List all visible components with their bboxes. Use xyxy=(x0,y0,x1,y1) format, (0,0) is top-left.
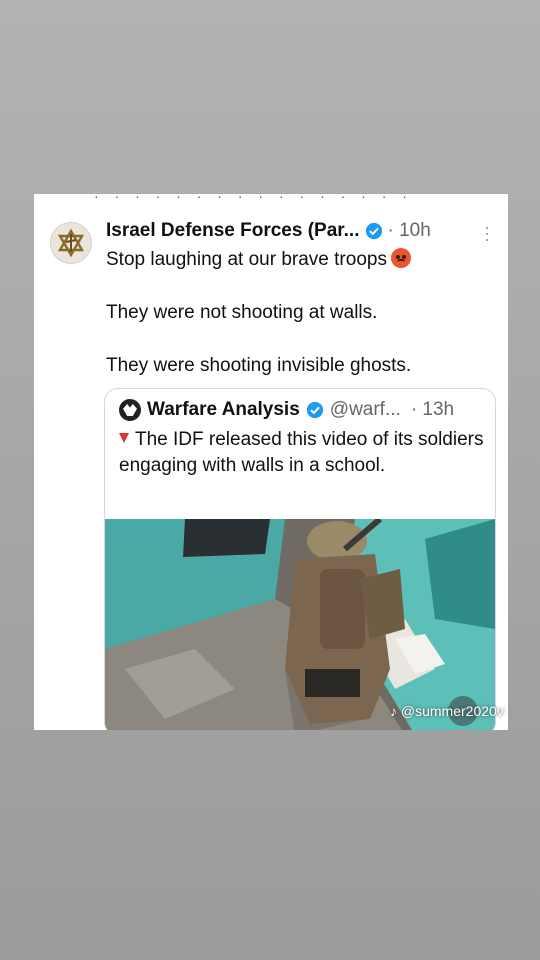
quoted-post-header: Warfare Analysis @warf... · 13h xyxy=(119,399,454,421)
idf-emblem-icon xyxy=(57,228,85,258)
author-avatar[interactable] xyxy=(50,222,92,264)
quoted-post[interactable]: Warfare Analysis @warf... · 13h The IDF … xyxy=(104,388,496,730)
post-line-2: They were not shooting at walls. xyxy=(106,302,378,323)
more-vertical-icon[interactable]: · · · xyxy=(484,218,490,248)
quoted-post-text: The IDF released this video of its soldi… xyxy=(119,429,484,476)
quoted-post-time: · 13h xyxy=(410,399,455,420)
post-header: Israel Defense Forces (Par... · 10h xyxy=(106,220,431,242)
video-thumbnail[interactable] xyxy=(105,519,495,730)
quoted-author-avatar[interactable] xyxy=(119,399,141,421)
quoted-author-handle[interactable]: @warf... xyxy=(330,399,401,421)
post-line-1: Stop laughing at our brave troops xyxy=(106,248,502,272)
angry-face-emoji-icon xyxy=(390,248,411,268)
quoted-author-name[interactable]: Warfare Analysis xyxy=(147,399,300,421)
video-frame xyxy=(105,519,495,730)
post-line-3: They were shooting invisible ghosts. xyxy=(106,355,412,376)
post-body: Stop laughing at our brave troops They w… xyxy=(106,248,502,378)
tiktok-logo-icon: ♪ xyxy=(390,703,397,719)
author-name[interactable]: Israel Defense Forces (Par... xyxy=(106,220,359,242)
red-triangle-down-icon xyxy=(119,433,129,443)
screenshot-card: · · · · · · · · · · · · · · · · Israel D… xyxy=(34,194,508,730)
cropped-previous-line: · · · · · · · · · · · · · · · · xyxy=(94,194,413,204)
verified-badge-icon xyxy=(306,401,323,419)
tiktok-watermark: ♪ @summer2020v xyxy=(390,703,504,719)
post-time: · 10h xyxy=(387,220,431,241)
verified-badge-icon xyxy=(366,222,383,240)
